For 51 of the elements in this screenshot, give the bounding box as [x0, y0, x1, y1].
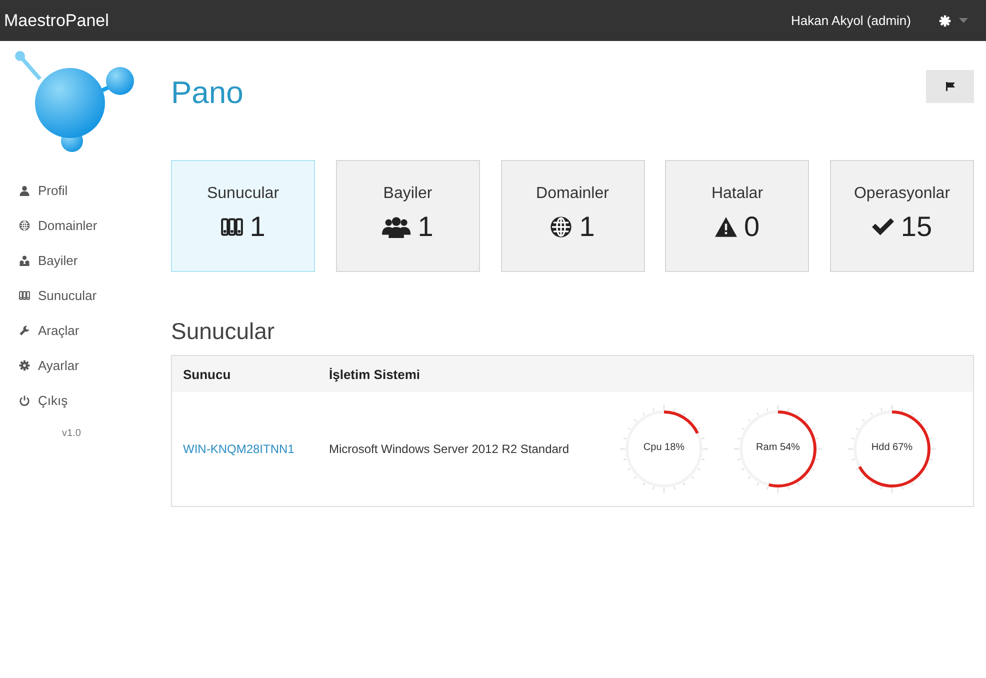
servers-icon: [220, 216, 243, 238]
column-header: Sunucu: [182, 366, 232, 382]
gauge-label: Ram 54%: [755, 442, 801, 453]
sidebar-item[interactable]: Ayarlar: [0, 348, 171, 383]
users-icon: [382, 216, 411, 238]
gauge-label: Cpu 18%: [642, 442, 686, 453]
power-icon: [19, 395, 30, 406]
flag-button[interactable]: [926, 70, 974, 103]
stat-card[interactable]: Hatalar 0: [665, 160, 810, 272]
version-label: v1.0: [61, 428, 82, 439]
card-count: 1: [418, 211, 434, 243]
stat-card[interactable]: Domainler 1: [500, 160, 644, 272]
column-header: İşletim Sistemi: [329, 366, 422, 382]
stat-card[interactable]: Operasyonlar 15: [830, 160, 974, 272]
settings-icon: [19, 360, 30, 371]
sidebar-item[interactable]: Profil: [0, 173, 171, 208]
sidebar-item[interactable]: Sunucular: [0, 278, 171, 313]
sidebar-item[interactable]: Çıkış: [0, 383, 171, 418]
server-link[interactable]: WIN-KNQM28ITNN1: [172, 442, 329, 456]
checkmark-icon: [872, 216, 894, 238]
card-label: Operasyonlar: [854, 185, 950, 203]
user-menu[interactable]: Hakan Akyol (admin): [791, 13, 911, 28]
sidebar-item[interactable]: Domainler: [0, 208, 171, 243]
settings-icon: [939, 14, 951, 26]
card-count: 1: [579, 211, 595, 243]
card-label: Hatalar: [711, 185, 764, 203]
settings-dropdown[interactable]: [939, 14, 968, 26]
card-count: 15: [900, 211, 932, 243]
card-label: Bayiler: [383, 185, 432, 203]
caret-icon: [959, 18, 968, 23]
warning-icon: [714, 216, 737, 238]
flag-icon: [946, 82, 954, 91]
gauge-label: Hdd 67%: [870, 442, 914, 453]
section-title: Sunucular: [171, 318, 276, 345]
sidebar-item[interactable]: Araçlar: [0, 313, 171, 348]
sitemap-icon: [19, 255, 30, 266]
sidebar-item[interactable]: Bayiler: [0, 243, 171, 278]
card-count: 1: [250, 211, 266, 243]
stat-card[interactable]: Bayiler 1: [336, 160, 480, 272]
table-cell-text: Microsoft Windows Server 2012 R2 Standard: [329, 442, 570, 456]
brand-name[interactable]: MaestroPanel: [4, 10, 109, 30]
globe-icon: [19, 220, 30, 231]
card-label: Domainler: [536, 185, 609, 203]
globe-icon: [550, 216, 572, 238]
card-count: 0: [744, 211, 760, 243]
stat-card[interactable]: Sunucular 1: [171, 160, 315, 272]
wrench-icon: [19, 325, 30, 336]
page-title: Pano: [171, 74, 244, 111]
user-icon: [19, 185, 30, 196]
servers-icon: [19, 290, 30, 301]
card-label: Sunucular: [206, 185, 280, 203]
